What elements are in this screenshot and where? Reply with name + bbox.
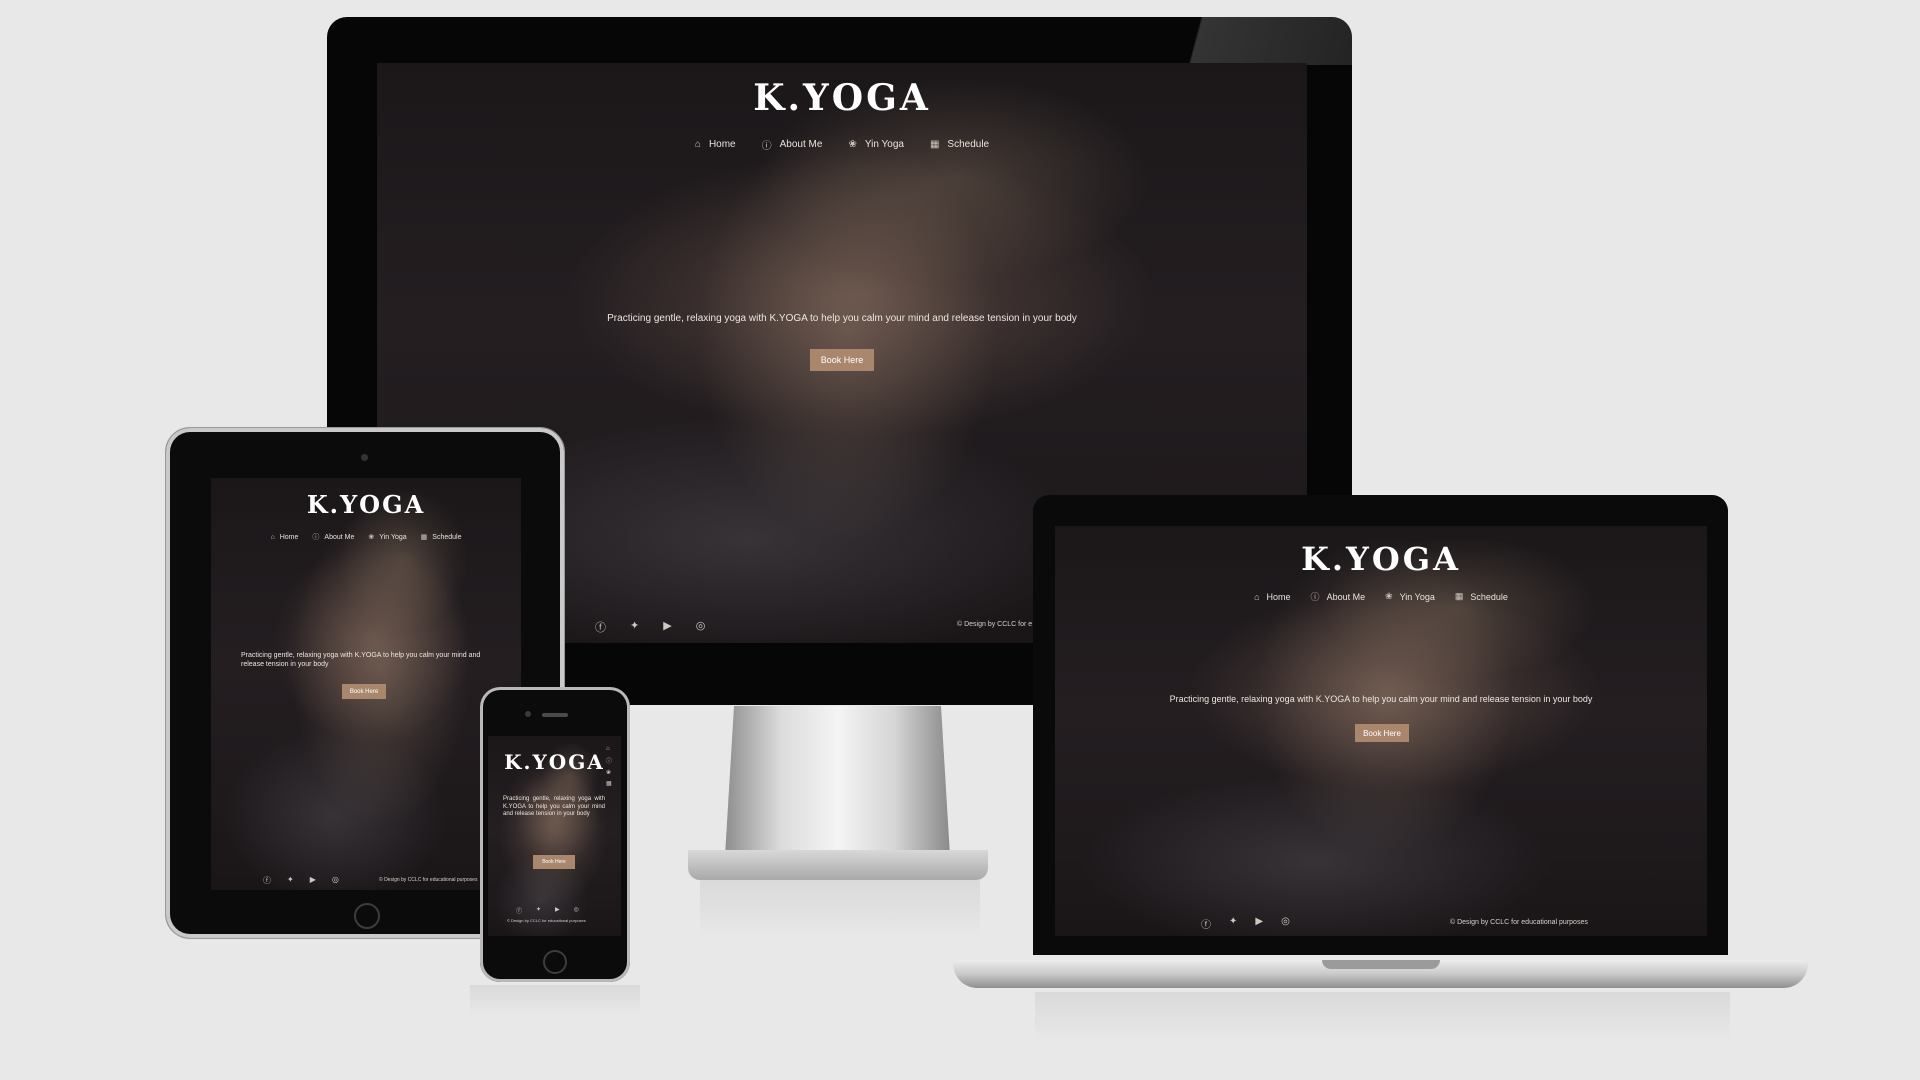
nav-home[interactable]: ⌂ Home xyxy=(695,137,736,152)
nav-home[interactable]: ⌂ Home xyxy=(1254,590,1290,603)
home-icon: ⌂ xyxy=(270,533,275,541)
nav-yin-yoga[interactable]: ❀ Yin Yoga xyxy=(368,532,406,542)
phone-home-button[interactable] xyxy=(543,950,567,974)
calendar-icon: ▦ xyxy=(929,139,940,150)
nav-about-label: About Me xyxy=(324,533,355,541)
lotus-icon[interactable]: ❀ xyxy=(606,769,614,776)
youtube-icon[interactable]: ▶ xyxy=(663,619,671,635)
main-nav: ⌂ Home ⓘ About Me ❀ Yin Yoga ▦ Schedule xyxy=(1055,590,1707,603)
tablet-camera xyxy=(361,454,368,461)
phone-reflection xyxy=(470,985,640,1015)
nav-schedule-label: Schedule xyxy=(947,139,990,150)
social-links: ⓕ ✦ ▶ ◎ xyxy=(1201,916,1290,931)
facebook-icon[interactable]: ⓕ xyxy=(595,619,606,635)
nav-schedule[interactable]: ▦ Schedule xyxy=(930,137,989,152)
twitter-icon[interactable]: ✦ xyxy=(1229,916,1237,931)
nav-schedule[interactable]: ▦ Schedule xyxy=(1455,590,1508,603)
laptop-notch xyxy=(1322,960,1440,969)
facebook-icon[interactable]: ⓕ xyxy=(263,875,271,886)
calendar-icon: ▦ xyxy=(1454,591,1464,601)
lotus-icon: ❀ xyxy=(368,534,375,541)
brand-logo[interactable]: K.YOGA xyxy=(488,750,621,774)
brand-logo[interactable]: K.YOGA xyxy=(1055,540,1707,578)
hero-figure xyxy=(498,756,608,906)
nav-home-label: Home xyxy=(708,139,736,150)
nav-home[interactable]: ⌂ Home xyxy=(271,532,299,542)
instagram-icon[interactable]: ◎ xyxy=(332,875,339,886)
twitter-icon[interactable]: ✦ xyxy=(536,906,541,915)
hero-tagline: Practicing gentle, relaxing yoga with K.… xyxy=(1169,694,1593,704)
tablet-screen: K.YOGA ⌂ Home ⓘ About Me ❀ Yin Yoga ▦ Sc… xyxy=(211,478,521,890)
laptop-screen: K.YOGA ⌂ Home ⓘ About Me ❀ Yin Yoga ▦ Sc… xyxy=(1055,526,1707,936)
hero-tagline: Practicing gentle, relaxing yoga with K.… xyxy=(607,313,1077,324)
hero-tagline: Practicing gentle, relaxing yoga with K.… xyxy=(241,652,481,668)
book-here-button[interactable]: Book Here xyxy=(342,684,386,699)
book-here-button[interactable]: Book Here xyxy=(1355,724,1409,742)
copyright-text: © Design by CCLC for educational purpose… xyxy=(379,877,478,883)
home-icon[interactable]: ⌂ xyxy=(606,746,614,752)
nav-schedule-label: Schedule xyxy=(1470,591,1508,602)
brand-logo[interactable]: K.YOGA xyxy=(377,77,1307,119)
brand-logo[interactable]: K.YOGA xyxy=(211,490,521,519)
social-links: ⓕ ✦ ▶ ◎ xyxy=(263,875,339,886)
nav-yin-yoga[interactable]: ❀ Yin Yoga xyxy=(1385,590,1435,603)
main-nav: ⌂ Home ⓘ About Me ❀ Yin Yoga ▦ Schedule xyxy=(377,137,1307,152)
book-here-button[interactable]: Book Here xyxy=(533,855,575,869)
calendar-icon: ▦ xyxy=(420,534,428,541)
laptop-reflection xyxy=(1035,992,1730,1042)
nav-schedule[interactable]: ▦ Schedule xyxy=(421,532,462,542)
book-here-button[interactable]: Book Here xyxy=(810,349,874,371)
twitter-icon[interactable]: ✦ xyxy=(287,875,294,886)
instagram-icon[interactable]: ◎ xyxy=(1281,916,1290,931)
hero-tagline: Practicing gentle, relaxing yoga with K.… xyxy=(503,796,605,817)
nav-yin-yoga[interactable]: ❀ Yin Yoga xyxy=(848,137,904,152)
imac-stand xyxy=(725,706,950,856)
nav-yin-yoga-label: Yin Yoga xyxy=(1399,591,1435,602)
social-links: ⓕ ✦ ▶ ◎ xyxy=(516,906,579,915)
nav-yin-yoga-label: Yin Yoga xyxy=(864,139,904,150)
instagram-icon[interactable]: ◎ xyxy=(574,906,579,915)
nav-about[interactable]: ⓘ About Me xyxy=(312,532,354,542)
imac-base xyxy=(688,850,988,880)
youtube-icon[interactable]: ▶ xyxy=(1255,916,1263,931)
info-icon[interactable]: ⓘ xyxy=(606,756,614,765)
social-links: ⓕ ✦ ▶ ◎ xyxy=(595,619,705,635)
home-icon: ⌂ xyxy=(1254,591,1260,602)
copyright-text: © Design by CCLC for educational purpose… xyxy=(1450,919,1588,926)
hero-figure xyxy=(697,123,997,543)
home-icon: ⌂ xyxy=(694,139,701,150)
facebook-icon[interactable]: ⓕ xyxy=(1201,916,1211,931)
nav-schedule-label: Schedule xyxy=(432,533,462,541)
info-icon: ⓘ xyxy=(761,141,772,152)
nav-about[interactable]: ⓘ About Me xyxy=(762,137,823,152)
phone-camera xyxy=(525,711,531,717)
twitter-icon[interactable]: ✦ xyxy=(630,619,639,635)
nav-about-label: About Me xyxy=(1326,591,1366,602)
nav-about[interactable]: ⓘ About Me xyxy=(1311,590,1366,603)
phone-speaker xyxy=(542,713,568,717)
nav-home-label: Home xyxy=(279,533,299,541)
calendar-icon[interactable]: ▦ xyxy=(606,780,614,787)
info-icon: ⓘ xyxy=(1310,592,1320,602)
youtube-icon[interactable]: ▶ xyxy=(555,906,560,915)
main-nav: ⌂ Home ⓘ About Me ❀ Yin Yoga ▦ Schedule xyxy=(211,532,521,542)
info-icon: ⓘ xyxy=(312,534,320,541)
copyright-text: © Design by CCLC for educational purpose… xyxy=(507,918,586,923)
youtube-icon[interactable]: ▶ xyxy=(310,875,316,886)
copyright-text: © Design by CCLC for e xyxy=(957,621,1033,628)
lotus-icon: ❀ xyxy=(1385,591,1393,601)
nav-about-label: About Me xyxy=(779,139,823,150)
instagram-icon[interactable]: ◎ xyxy=(696,619,706,635)
tablet-home-button[interactable] xyxy=(354,903,380,929)
nav-home-label: Home xyxy=(1266,591,1291,602)
imac-gloss xyxy=(1160,17,1352,65)
nav-yin-yoga-label: Yin Yoga xyxy=(379,533,407,541)
lotus-icon: ❀ xyxy=(848,139,857,150)
imac-reflection xyxy=(700,880,980,940)
facebook-icon[interactable]: ⓕ xyxy=(516,906,522,915)
vertical-nav-icons: ⌂ ⓘ ❀ ▦ xyxy=(606,746,614,787)
phone-screen: K.YOGA ⌂ ⓘ ❀ ▦ Practicing gentle, relaxi… xyxy=(488,736,621,936)
